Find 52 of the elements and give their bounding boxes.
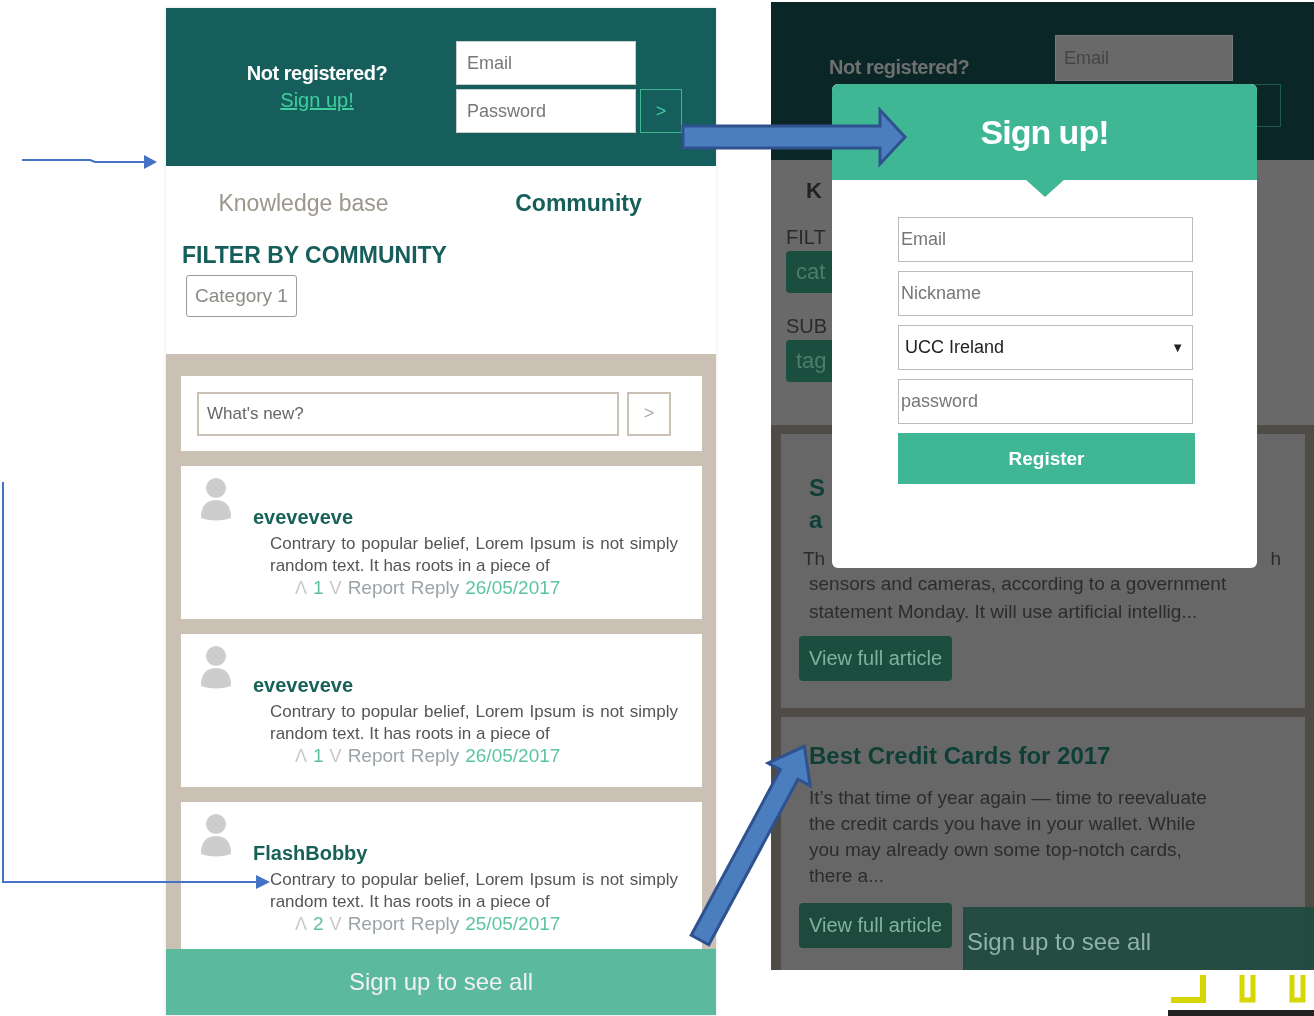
- avatar-icon: [199, 476, 233, 522]
- tab[interactable]: Knowledge base: [166, 180, 441, 226]
- post-date: 26/05/2017: [465, 745, 561, 767]
- report-link[interactable]: Report: [347, 913, 405, 935]
- author-name[interactable]: FlashBobby: [253, 842, 678, 865]
- vote-count: 1: [313, 745, 324, 767]
- post-text: Contrary to popular belief, Lorem Ipsum is not simply random text. It has roots in a piece of: [270, 701, 678, 745]
- section-heading: SUB: [786, 315, 828, 338]
- reply-link[interactable]: Reply: [410, 913, 460, 935]
- article-text: Th: [803, 548, 826, 570]
- sign-up-banner[interactable]: Sign up to see all: [963, 907, 1314, 970]
- register-button[interactable]: Register: [898, 433, 1195, 484]
- article-title: Best Credit Cards for 2017: [809, 741, 1112, 771]
- article-text: sensors and cameras, according to a government statement Monday. It will use artificial intellig...: [809, 572, 1228, 624]
- dialog-title: Sign up!: [980, 112, 1109, 152]
- post-button[interactable]: >: [627, 391, 671, 436]
- post-text: Contrary to popular belief, Lorem Ipsum is not simply random text. It has roots in a piece of: [270, 869, 678, 913]
- tab[interactable]: K: [806, 178, 822, 204]
- post-text: Contrary to popular belief, Lorem Ipsum is not simply random text. It has roots in a piece of: [270, 533, 678, 577]
- view-article-button[interactable]: View full article: [799, 903, 953, 948]
- author-name[interactable]: eveveveve: [253, 674, 678, 697]
- email-field[interactable]: Email: [456, 41, 636, 85]
- post-field[interactable]: What's new?: [197, 391, 619, 436]
- password-field[interactable]: Password: [456, 89, 636, 133]
- dropdown[interactable]: UCC Ireland ▼: [898, 325, 1193, 370]
- post-date: 25/05/2017: [465, 913, 561, 935]
- section-heading: FILT: [786, 226, 826, 249]
- sign-up-banner[interactable]: Sign up to see all: [166, 949, 716, 1015]
- tab[interactable]: Community: [441, 180, 716, 226]
- reply-link[interactable]: Reply: [410, 577, 460, 599]
- sign-up-link[interactable]: Sign up!: [280, 89, 354, 112]
- reply-link[interactable]: Reply: [410, 745, 460, 767]
- article-title: S a: [809, 473, 826, 535]
- filter-chip[interactable]: Category 1: [186, 275, 297, 317]
- submit-button[interactable]: >: [640, 89, 682, 133]
- vote-count: 2: [313, 913, 324, 935]
- prompt-text: Not registered?: [829, 56, 970, 79]
- vote-count: 1: [313, 577, 324, 599]
- prompt-text: Not registered?: [246, 62, 388, 85]
- report-link[interactable]: Report: [347, 745, 405, 767]
- author-name[interactable]: eveveveve: [253, 506, 678, 529]
- avatar-icon: [199, 644, 233, 690]
- article-text: It’s that time of year again — time to reevaluate the credit cards you have in your wallet. While you may already own some top-notch cards, there a...: [809, 786, 1208, 888]
- post-date: 26/05/2017: [465, 577, 561, 599]
- report-link[interactable]: Report: [347, 577, 405, 599]
- article-text: h: [1270, 548, 1281, 570]
- input-field[interactable]: Email: [898, 217, 1193, 262]
- section-heading: FILTER BY COMMUNITY: [182, 242, 448, 269]
- input-field[interactable]: Nickname: [898, 271, 1193, 316]
- avatar-icon: [199, 812, 233, 858]
- input-field[interactable]: password: [898, 379, 1193, 424]
- view-article-button[interactable]: View full article: [799, 636, 953, 681]
